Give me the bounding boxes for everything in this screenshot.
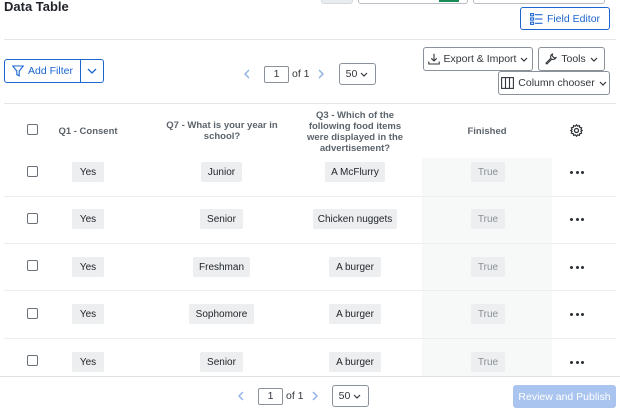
- filter-icon: [12, 65, 25, 77]
- filter-options-dropdown[interactable]: [80, 59, 104, 83]
- gear-icon[interactable]: [569, 123, 584, 142]
- toolbar-divider: [4, 103, 616, 104]
- cell-q7: Senior: [200, 209, 243, 229]
- more-horizontal-icon[interactable]: [570, 214, 584, 224]
- cell-q7: Junior: [201, 162, 242, 182]
- column-chooser-label: Column chooser: [518, 77, 595, 89]
- add-filter-button[interactable]: Add Filter: [4, 59, 81, 83]
- tools-button[interactable]: Tools: [538, 47, 605, 71]
- column-header-q3[interactable]: Q3 - Which of the following food items w…: [298, 110, 412, 154]
- review-and-publish-button[interactable]: Review and Publish: [513, 385, 616, 408]
- cell-q1: Yes: [72, 209, 104, 229]
- next-page-button[interactable]: [314, 67, 328, 81]
- field-editor-button[interactable]: Field Editor: [520, 7, 610, 30]
- chevron-down-icon: [520, 57, 528, 62]
- download-icon: [427, 53, 440, 65]
- page-size-select[interactable]: 50: [331, 385, 369, 407]
- more-horizontal-icon[interactable]: [570, 357, 584, 367]
- chevron-down-icon: [360, 68, 368, 80]
- row-divider: [4, 290, 616, 291]
- previous-page-button[interactable]: [240, 67, 254, 81]
- more-horizontal-icon[interactable]: [570, 262, 584, 272]
- cell-q1: Yes: [72, 257, 104, 277]
- cell-q3: Chicken nuggets: [313, 209, 397, 229]
- tools-label: Tools: [561, 53, 586, 65]
- cell-finished: True: [471, 162, 505, 182]
- add-filter-label: Add Filter: [28, 65, 73, 77]
- row-divider: [4, 338, 616, 339]
- page-title: Data Table: [4, 0, 69, 14]
- header-button[interactable]: [473, 0, 605, 4]
- row-checkbox[interactable]: [27, 260, 38, 271]
- wrench-icon: [545, 53, 558, 65]
- cell-q7: Senior: [200, 352, 243, 372]
- cell-q7: Freshman: [193, 257, 250, 277]
- more-horizontal-icon[interactable]: [570, 309, 584, 319]
- row-checkbox[interactable]: [27, 213, 38, 224]
- page-number-input[interactable]: 1: [258, 387, 283, 405]
- cell-q1: Yes: [72, 304, 104, 324]
- export-import-button[interactable]: Export & Import: [423, 47, 533, 71]
- previous-page-button[interactable]: [234, 389, 248, 403]
- column-header-finished[interactable]: Finished: [452, 126, 522, 137]
- chevron-down-icon: [599, 81, 607, 86]
- chevron-down-icon: [353, 390, 361, 402]
- page-count-label: of 1: [286, 390, 304, 402]
- next-page-button[interactable]: [308, 389, 322, 403]
- export-import-label: Export & Import: [443, 53, 517, 65]
- column-header-q7[interactable]: Q7 - What is your year in school?: [160, 120, 284, 142]
- cell-q3: A burger: [329, 304, 381, 324]
- row-checkbox[interactable]: [27, 166, 38, 177]
- select-all-checkbox[interactable]: [27, 124, 38, 135]
- field-editor-label: Field Editor: [546, 12, 601, 25]
- pagination-top: 1 of 1 50: [240, 63, 376, 85]
- cell-finished: True: [471, 352, 505, 372]
- page-size-select[interactable]: 50: [338, 63, 376, 85]
- row-checkbox[interactable]: [27, 308, 38, 319]
- row-checkbox[interactable]: [27, 355, 38, 366]
- cell-finished: True: [471, 209, 505, 229]
- cell-q1: Yes: [72, 162, 104, 182]
- cell-finished: True: [471, 304, 505, 324]
- page-count-label: of 1: [292, 68, 310, 80]
- columns-icon: [501, 77, 515, 89]
- header-dropdown[interactable]: [358, 0, 468, 4]
- column-header-q1[interactable]: Q1 - Consent: [54, 126, 122, 137]
- chevron-down-icon: [590, 57, 598, 62]
- cell-q3: A burger: [329, 257, 381, 277]
- header-divider: [4, 39, 616, 40]
- cell-q7: Sophomore: [189, 304, 254, 324]
- footer-divider: [0, 376, 620, 377]
- row-divider: [4, 243, 616, 244]
- pagination-bottom: 1 of 1 50: [234, 385, 369, 407]
- cell-q1: Yes: [72, 352, 104, 372]
- more-horizontal-icon[interactable]: [570, 167, 584, 177]
- row-divider: [4, 196, 616, 197]
- page-number-input[interactable]: 1: [264, 65, 289, 83]
- page-size-value: 50: [345, 68, 358, 80]
- cell-finished: True: [471, 257, 505, 277]
- chevron-down-icon: [87, 68, 97, 74]
- field-editor-icon: [529, 12, 543, 25]
- column-chooser-button[interactable]: Column chooser: [498, 71, 610, 95]
- cell-q3: A burger: [329, 352, 381, 372]
- page-size-value: 50: [338, 390, 351, 402]
- header-toggle-button[interactable]: [321, 0, 353, 4]
- cell-q3: A McFlurry: [325, 162, 385, 182]
